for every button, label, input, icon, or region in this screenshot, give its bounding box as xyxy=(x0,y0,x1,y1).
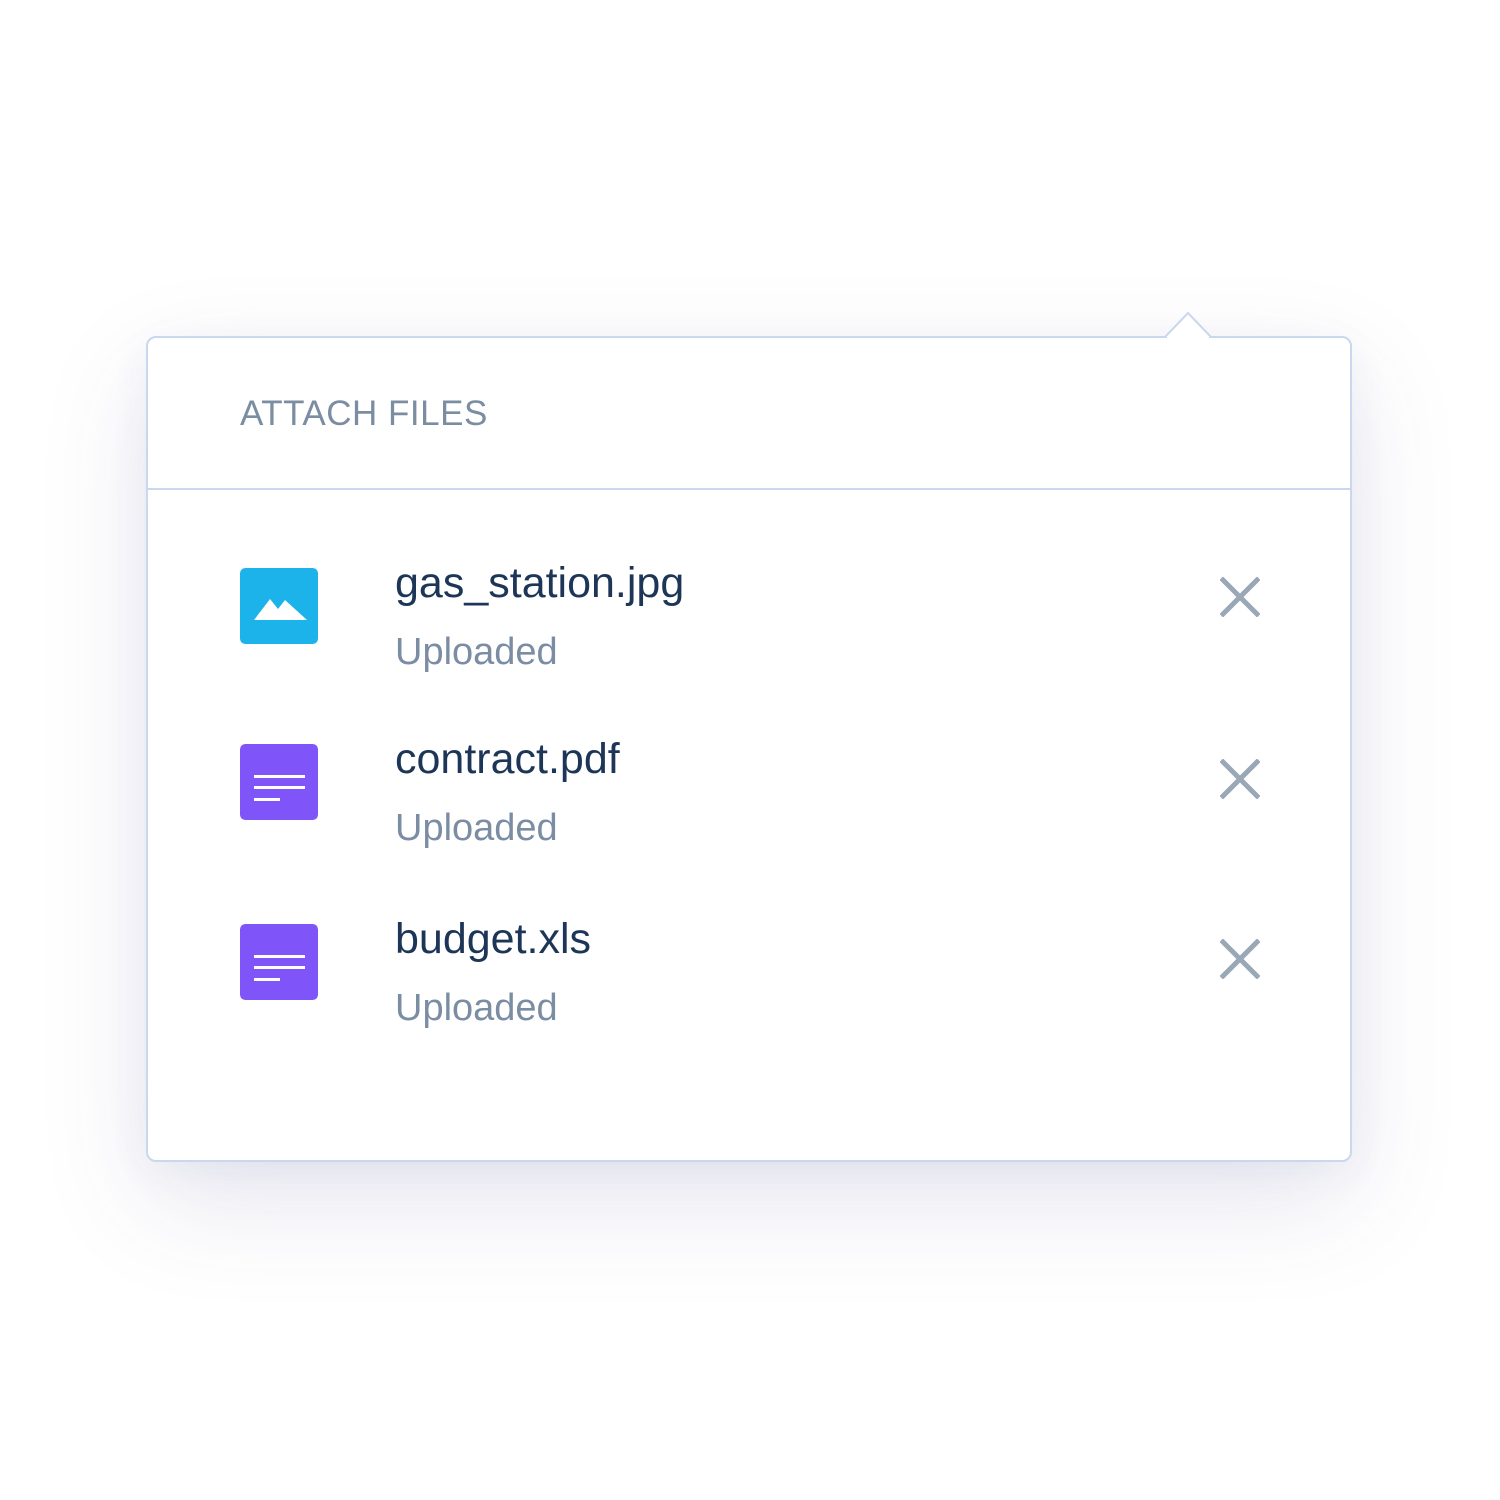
remove-file-button[interactable] xyxy=(1214,933,1266,985)
file-status: Uploaded xyxy=(395,987,558,1029)
image-file-icon xyxy=(240,568,318,644)
file-name: contract.pdf xyxy=(395,735,620,783)
close-icon xyxy=(1220,577,1260,617)
remove-file-button[interactable] xyxy=(1214,571,1266,623)
file-row: budget.xls Uploaded xyxy=(148,915,1350,1054)
document-file-icon xyxy=(240,744,318,820)
file-name: gas_station.jpg xyxy=(395,559,685,607)
file-row: gas_station.jpg Uploaded xyxy=(148,559,1350,698)
attach-files-popover: ATTACH FILES gas_station.jpg Uploaded co… xyxy=(146,336,1352,1162)
popover-caret xyxy=(1165,312,1211,338)
document-file-icon xyxy=(240,924,318,1000)
file-status: Uploaded xyxy=(395,807,558,849)
close-icon xyxy=(1220,939,1260,979)
file-name: budget.xls xyxy=(395,915,592,963)
stage: ATTACH FILES gas_station.jpg Uploaded co… xyxy=(0,0,1500,1500)
remove-file-button[interactable] xyxy=(1214,753,1266,805)
close-icon xyxy=(1220,759,1260,799)
popover-title: ATTACH FILES xyxy=(240,394,488,433)
popover-header: ATTACH FILES xyxy=(148,338,1350,490)
file-row: contract.pdf Uploaded xyxy=(148,735,1350,874)
file-status: Uploaded xyxy=(395,631,558,673)
